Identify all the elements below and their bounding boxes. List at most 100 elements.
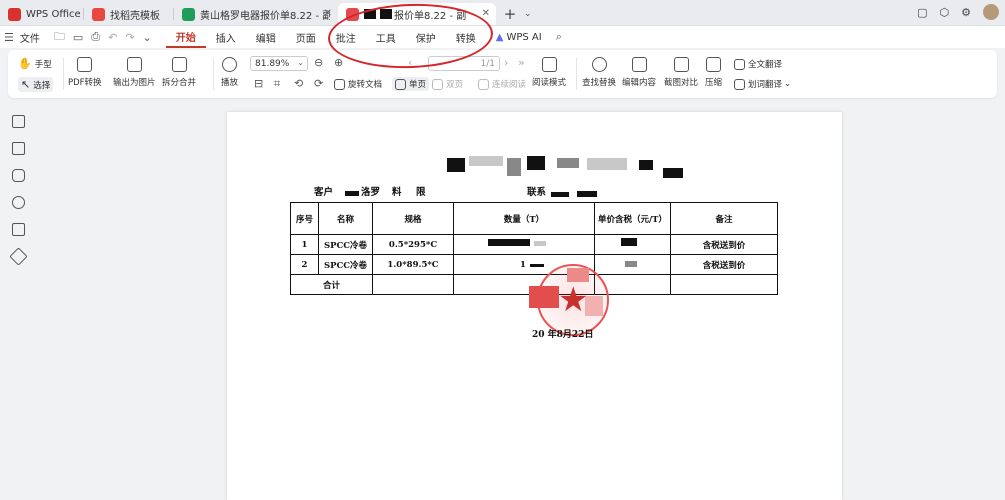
pdf-convert-button[interactable]: PDF转换 [68, 57, 102, 88]
read-mode-button[interactable]: 阅读模式 [532, 57, 566, 88]
chevron-down-icon[interactable]: ⌄ [524, 9, 532, 19]
zoom-out-icon[interactable]: ⊖ [314, 56, 323, 69]
redacted-block [488, 239, 530, 246]
screenshot-compare-button[interactable]: 截图对比 [664, 57, 698, 88]
close-icon[interactable]: ✕ [482, 8, 490, 19]
tab-label: WPS Office [26, 8, 81, 20]
redacted-block [625, 261, 637, 267]
cursor-icon: ↖ [21, 78, 31, 91]
tab-start[interactable]: 开始 [165, 26, 206, 48]
rotate-left-icon[interactable]: ⟲ [294, 77, 303, 90]
continuous-icon [478, 78, 489, 90]
full-translate-button[interactable]: 全文翻译 [734, 58, 782, 70]
wps-ai-button[interactable]: ▲ WPS AI [486, 26, 552, 48]
continuous-read-button[interactable]: 连续阅读 [478, 78, 526, 90]
undo-icon[interactable]: ↶ [104, 31, 121, 44]
rotate-doc-icon [334, 78, 345, 90]
save-icon[interactable]: ▭ [69, 31, 87, 44]
compress-button[interactable]: 压缩 [705, 57, 722, 88]
chevron-down-icon[interactable]: ⌄ [139, 31, 156, 44]
folder-icon[interactable]: 🗀 [50, 28, 69, 47]
redacted-block [587, 158, 627, 170]
header-no: 序号 [290, 202, 319, 235]
bookmark-icon[interactable] [12, 115, 25, 128]
play-button[interactable]: 播放 [221, 57, 238, 88]
customer-partial: 洛罗 [361, 187, 381, 198]
tab-bar: WPS Office 找稻壳模板 黄山格罗电器报价单8.22 - 副本.xl ✕… [0, 0, 1005, 26]
redacted-block [577, 191, 597, 197]
tab-insert[interactable]: 插入 [206, 26, 246, 48]
single-page-button[interactable]: 单页 [392, 77, 430, 91]
hamburger-icon[interactable]: ☰ [0, 31, 18, 44]
fit-width-icon[interactable]: ⊟ [254, 77, 263, 90]
cell-name: SPCC冷卷 [318, 234, 373, 255]
settings-icon[interactable]: ⚙ [961, 6, 971, 19]
material-partial: 料 [392, 187, 402, 198]
header-price: 单价含税（元/T） [594, 202, 671, 235]
redacted-block [663, 168, 683, 178]
comment-icon[interactable] [12, 169, 25, 182]
table-row: 1 SPCC冷卷 0.5*295*C 含税送到价 [290, 234, 778, 255]
wps-ai-icon: ▲ [495, 31, 504, 43]
layers-icon[interactable] [9, 247, 28, 266]
cell-no: 2 [290, 254, 319, 275]
next-page-icon[interactable]: › [504, 56, 508, 69]
window-icon[interactable]: ▢ [917, 6, 927, 19]
limited-partial: 限 [416, 187, 426, 198]
hand-tool-button[interactable]: ✋ 手型 [18, 57, 52, 70]
image-icon [126, 57, 142, 72]
translate-icon [734, 78, 745, 90]
attachment-icon[interactable] [12, 196, 25, 209]
left-sidebar [0, 100, 38, 500]
tab-spreadsheet[interactable]: 黄山格罗电器报价单8.22 - 副本.xl ✕ [174, 3, 338, 25]
export-image-button[interactable]: 输出为图片 [113, 57, 156, 88]
hand-icon: ✋ [18, 57, 32, 70]
rotate-right-icon[interactable]: ⟳ [314, 77, 323, 90]
play-icon [222, 57, 237, 72]
double-page-button[interactable]: 双页 [432, 78, 463, 90]
cell-price [594, 254, 671, 275]
find-replace-button[interactable]: 查找替换 [582, 57, 616, 88]
redacted-block [551, 192, 569, 197]
add-tab-button[interactable]: + [496, 3, 524, 25]
redo-icon[interactable]: ↷ [121, 31, 138, 44]
edit-content-button[interactable]: 编辑内容 [622, 57, 656, 88]
search-icon [591, 57, 607, 72]
cell-spec: 0.5*295*C [372, 234, 454, 255]
file-menu[interactable]: 文件 [18, 26, 50, 48]
pdf-convert-icon [77, 57, 93, 72]
redacted-block [469, 156, 503, 166]
search-icon[interactable]: ⌕ [552, 30, 566, 44]
zoom-in-icon[interactable]: ⊕ [334, 56, 343, 69]
close-icon[interactable]: ✕ [324, 8, 332, 19]
tab-page[interactable]: 页面 [286, 26, 326, 48]
tab-wps-office[interactable]: WPS Office [0, 3, 84, 25]
thumbnail-icon[interactable] [12, 142, 25, 155]
customer-label: 客户 [314, 187, 334, 198]
avatar[interactable] [983, 4, 999, 20]
tab-edit[interactable]: 编辑 [246, 26, 286, 48]
star-icon: ★ [558, 280, 589, 320]
zoom-select[interactable]: 81.89% ⌄ [250, 56, 308, 71]
document-page: 客户 洛罗 料 限 联系 序号 名称 规格 数量（T） 单价含税（元/T） 备注… [227, 112, 842, 500]
compress-icon [706, 57, 721, 72]
table-row: 2 SPCC冷卷 1.0*89.5*C 1 含税送到价 [290, 254, 778, 275]
fit-page-icon[interactable]: ⌗ [274, 77, 280, 91]
select-tool-button[interactable]: ↖ 选择 [18, 77, 54, 92]
split-merge-button[interactable]: 拆分合并 [162, 57, 196, 88]
compare-icon [673, 57, 689, 72]
redacted-block [639, 160, 653, 170]
last-page-icon[interactable]: » [518, 56, 525, 69]
cell-name: SPCC冷卷 [318, 254, 373, 275]
header-name: 名称 [318, 202, 373, 235]
chevron-down-icon: ⌄ [297, 58, 304, 67]
print-icon[interactable]: ⎙ [87, 30, 104, 44]
tab-docer[interactable]: 找稻壳模板 [84, 3, 174, 25]
signature-icon[interactable] [12, 223, 25, 236]
header-note: 备注 [670, 202, 778, 235]
cube-icon[interactable]: ⬡ [940, 6, 950, 19]
rotate-doc-button[interactable]: 旋转文档 [334, 78, 382, 90]
word-translate-button[interactable]: 划词翻译 ⌄ [734, 78, 791, 90]
header-spec: 规格 [372, 202, 454, 235]
cell-no: 1 [290, 234, 319, 255]
